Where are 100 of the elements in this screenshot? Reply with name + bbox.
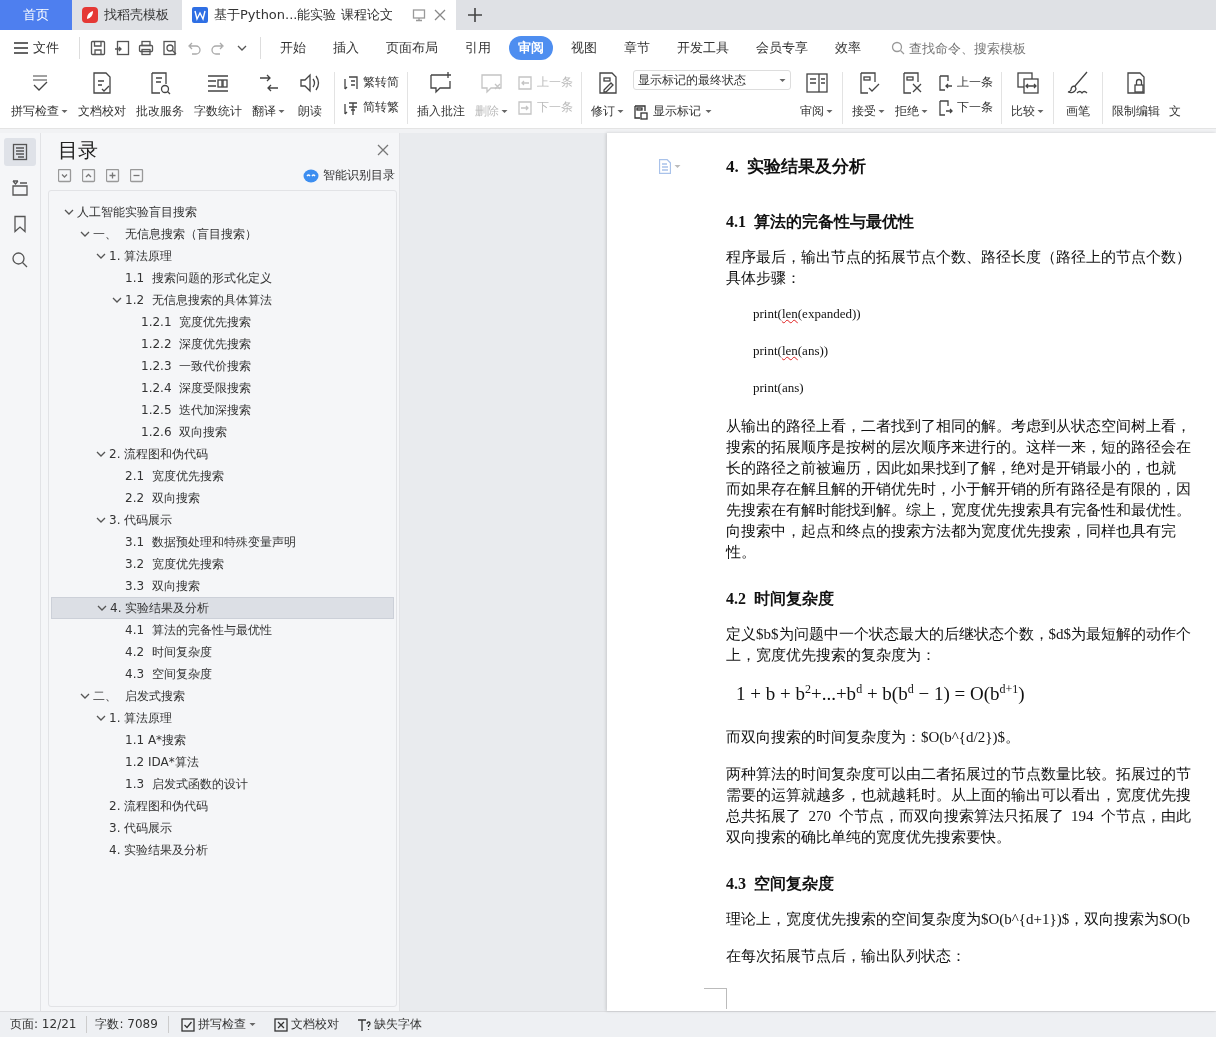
outline-item[interactable]: 1. 算法原理: [51, 707, 394, 729]
outline-item[interactable]: 人工智能实验盲目搜索: [51, 201, 394, 223]
plus-icon[interactable]: [106, 168, 120, 183]
caret-icon: [617, 109, 624, 114]
print-preview-icon[interactable]: [162, 40, 178, 56]
previous-comment-icon: [517, 74, 533, 91]
ribbon-button[interactable]: 拒绝: [890, 66, 933, 128]
new-tab-icon[interactable]: [468, 8, 482, 22]
minus-icon[interactable]: [130, 168, 144, 183]
tab[interactable]: 首页: [0, 0, 72, 30]
cloud-icon: [303, 168, 319, 183]
ribbon-tab[interactable]: 章节: [615, 36, 659, 60]
outline-item[interactable]: 3. 代码展示: [51, 817, 394, 839]
outline-item[interactable]: 1.3 启发式函数的设计: [51, 773, 394, 795]
outline-item[interactable]: 1. 算法原理: [51, 245, 394, 267]
ribbon-tab[interactable]: 插入: [324, 36, 368, 60]
outline-item[interactable]: 2. 流程图和伪代码: [51, 795, 394, 817]
bookmark-icon: [11, 215, 29, 233]
status-button[interactable]: 文档校对: [269, 1014, 343, 1035]
caret-icon: [501, 109, 508, 114]
ribbon-tab[interactable]: 开发工具: [668, 36, 738, 60]
caret-icon: [278, 109, 285, 114]
outline-item[interactable]: 3.3 双向搜索: [51, 575, 394, 597]
smart-toc-button[interactable]: 智能识别目录: [303, 167, 395, 184]
outline-item[interactable]: 4.3 空间复杂度: [51, 663, 394, 685]
ribbon-tab[interactable]: 开始: [271, 36, 315, 60]
outline-item[interactable]: 1.1 搜索问题的形式化定义: [51, 267, 394, 289]
ribbon-tab[interactable]: 效率: [826, 36, 870, 60]
outline-item[interactable]: 1.2 IDA*算法: [51, 751, 394, 773]
outline-item[interactable]: 4. 实验结果及分析: [51, 839, 394, 861]
print-icon[interactable]: [138, 40, 154, 56]
markup-dropdown[interactable]: 显示标记的最终状态: [633, 70, 791, 90]
outline-item[interactable]: 二、 启发式搜索: [51, 685, 394, 707]
tab[interactable]: 找稻壳模板: [72, 0, 182, 30]
outline-item[interactable]: 3. 代码展示: [51, 509, 394, 531]
ribbon-button[interactable]: 简转繁: [343, 99, 399, 116]
ribbon-tab[interactable]: 视图: [562, 36, 606, 60]
outline-item[interactable]: 4.1 算法的完备性与最优性: [51, 619, 394, 641]
close-icon[interactable]: [434, 9, 446, 21]
ribbon-button[interactable]: 画笔: [1058, 66, 1098, 128]
expand-down-icon[interactable]: [58, 168, 72, 183]
tab[interactable]: 基于Python...能实验 课程论文: [182, 0, 412, 30]
outline-item[interactable]: 4. 实验结果及分析: [51, 597, 394, 619]
ribbon-button[interactable]: 繁转简: [343, 74, 399, 91]
paragraph-line: 程序最后，输出节点的拓展节点个数、路径长度（路径上的节点个数）: [726, 248, 1192, 267]
ribbon-button[interactable]: 上一条: [937, 74, 993, 91]
outline-item[interactable]: 3.2 宽度优先搜索: [51, 553, 394, 575]
chevron-down-icon: [112, 295, 122, 305]
collapse-up-icon[interactable]: [82, 168, 96, 183]
caret-icon: [779, 77, 786, 83]
markup-icon: [633, 103, 649, 120]
ribbon-button[interactable]: 插入批注: [412, 66, 470, 128]
chevron-down-icon: [80, 229, 90, 239]
previous-change-icon: [937, 74, 953, 91]
outline-item[interactable]: 1.2.6 双向搜索: [51, 421, 394, 443]
outline-item[interactable]: 4.2 时间复杂度: [51, 641, 394, 663]
ribbon-button[interactable]: 字数统计: [189, 66, 247, 128]
ribbon-tab[interactable]: 引用: [456, 36, 500, 60]
outline-item[interactable]: 1.2.1 宽度优先搜索: [51, 311, 394, 333]
outline-item[interactable]: 一、 无信息搜索（盲目搜索）: [51, 223, 394, 245]
page-corner-mark: [704, 988, 727, 1009]
status-button[interactable]: 缺失字体: [352, 1014, 426, 1035]
export-icon[interactable]: [114, 40, 130, 56]
panel-icon: [803, 70, 830, 96]
ribbon-button[interactable]: 比较: [1006, 66, 1049, 128]
outline-item[interactable]: 2.1 宽度优先搜索: [51, 465, 394, 487]
close-icon[interactable]: [377, 144, 389, 156]
search-field[interactable]: 查找命令、搜索模板: [891, 40, 1059, 56]
file-menu[interactable]: 文件: [14, 37, 59, 59]
chevron-down-icon: [96, 251, 106, 261]
ribbon-button[interactable]: 显示标记: [633, 103, 791, 120]
outline-item[interactable]: 1.2 无信息搜索的具体算法: [51, 289, 394, 311]
chevron-down-icon: [96, 449, 106, 459]
outline-item[interactable]: 1.2.4 深度受限搜索: [51, 377, 394, 399]
ribbon-button[interactable]: 朗读: [290, 66, 330, 128]
font-question-icon: [356, 1017, 371, 1032]
outline-item[interactable]: 1.2.2 深度优先搜索: [51, 333, 394, 355]
ribbon-tab[interactable]: 会员专享: [747, 36, 817, 60]
ribbon-button[interactable]: 接受: [847, 66, 890, 128]
sidebar-tab[interactable]: [4, 138, 36, 166]
outline-item[interactable]: 1.1 A*搜索: [51, 729, 394, 751]
save-icon[interactable]: [90, 40, 106, 56]
ribbon-button[interactable]: 文: [1169, 103, 1181, 120]
math-formula: 1 + b + b$^{2}$+...+b$^{d}$ + b(b$^{d}$ − 1) = O(b$^{d+1}$): [736, 682, 1026, 706]
ribbon-button[interactable]: 批改服务: [131, 66, 189, 128]
ribbon-button[interactable]: 拼写检查: [6, 66, 73, 128]
outline-item[interactable]: 2. 流程图和伪代码: [51, 443, 394, 465]
ribbon-button[interactable]: 限制编辑: [1107, 66, 1165, 128]
outline-item[interactable]: 1.2.5 迭代加深搜索: [51, 399, 394, 421]
ribbon-button[interactable]: 下一条: [937, 99, 993, 116]
outline-item[interactable]: 1.2.3 一致代价搜索: [51, 355, 394, 377]
next-change-icon: [937, 99, 953, 116]
ribbon-button[interactable]: 翻译: [247, 66, 290, 128]
ribbon-button[interactable]: 修订: [586, 66, 629, 128]
ribbon-tab[interactable]: 页面布局: [377, 36, 447, 60]
outline-item[interactable]: 2.2 双向搜索: [51, 487, 394, 509]
ribbon-button[interactable]: 文档校对: [73, 66, 131, 128]
outline-item[interactable]: 3.1 数据预处理和特殊变量声明: [51, 531, 394, 553]
ribbon-button[interactable]: 审阅: [795, 66, 838, 128]
status-button[interactable]: 拼写检查: [176, 1014, 260, 1035]
